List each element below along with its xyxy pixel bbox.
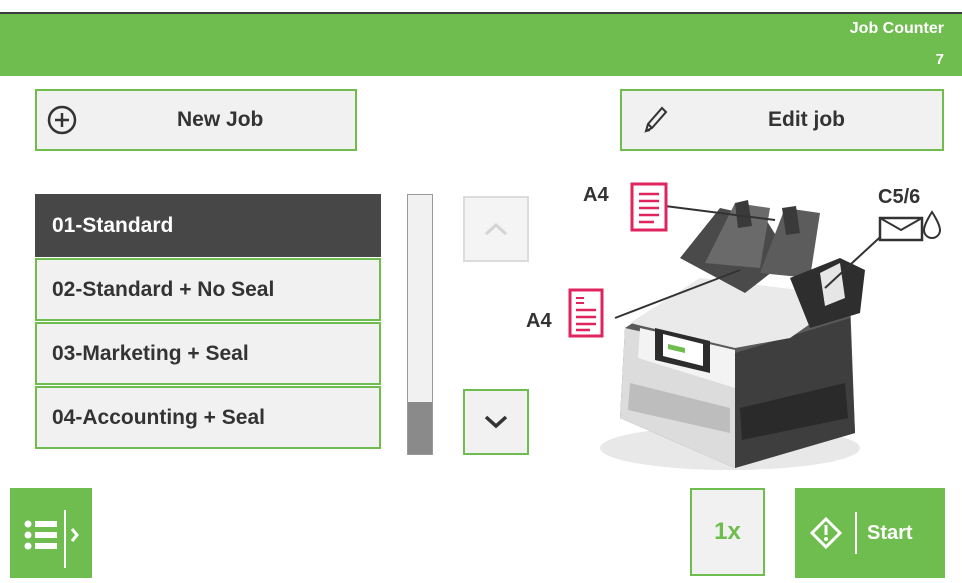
edit-job-button[interactable]: Edit job [620, 89, 944, 151]
envelope-seal-icon [878, 210, 942, 242]
header-bar: Job Counter 7 [0, 14, 962, 76]
start-label: Start [867, 522, 913, 544]
envelope-label: C5/6 [878, 186, 921, 208]
scrollbar-thumb[interactable] [408, 402, 432, 454]
job-counter-label: Job Counter [849, 20, 944, 37]
job-list-scrollbar[interactable] [407, 194, 433, 455]
job-list: 01-Standard 02-Standard + No Seal 03-Mar… [35, 194, 381, 450]
job-item-01-standard[interactable]: 01-Standard [35, 194, 381, 257]
job-item-03-marketing-seal[interactable]: 03-Marketing + Seal [35, 322, 381, 385]
menu-expand-icon [24, 510, 79, 568]
menu-expand-button[interactable] [10, 488, 92, 578]
chevron-up-icon [484, 222, 508, 236]
document-address-icon [568, 288, 604, 338]
chevron-down-icon [484, 415, 508, 429]
start-diamond-icon [809, 516, 843, 550]
job-counter-value: 7 [935, 51, 944, 68]
new-job-button[interactable]: New Job [35, 89, 357, 151]
folder-inserter-machine-image [568, 182, 942, 470]
document-icon [630, 182, 668, 232]
count-button[interactable]: 1x [690, 488, 765, 576]
feeder-mid-label: A4 [526, 310, 552, 332]
plus-circle-icon [47, 105, 77, 135]
job-item-04-accounting-seal[interactable]: 04-Accounting + Seal [35, 386, 381, 449]
pencil-icon [644, 106, 668, 133]
feeder-top-label: A4 [583, 184, 609, 206]
machine-illustration: A4 A4 C5/6 [520, 178, 960, 478]
job-item-02-standard-no-seal[interactable]: 02-Standard + No Seal [35, 258, 381, 321]
start-separator [855, 512, 857, 554]
start-button[interactable]: Start [795, 488, 945, 578]
edit-job-label: Edit job [768, 108, 845, 131]
new-job-label: New Job [177, 108, 264, 131]
